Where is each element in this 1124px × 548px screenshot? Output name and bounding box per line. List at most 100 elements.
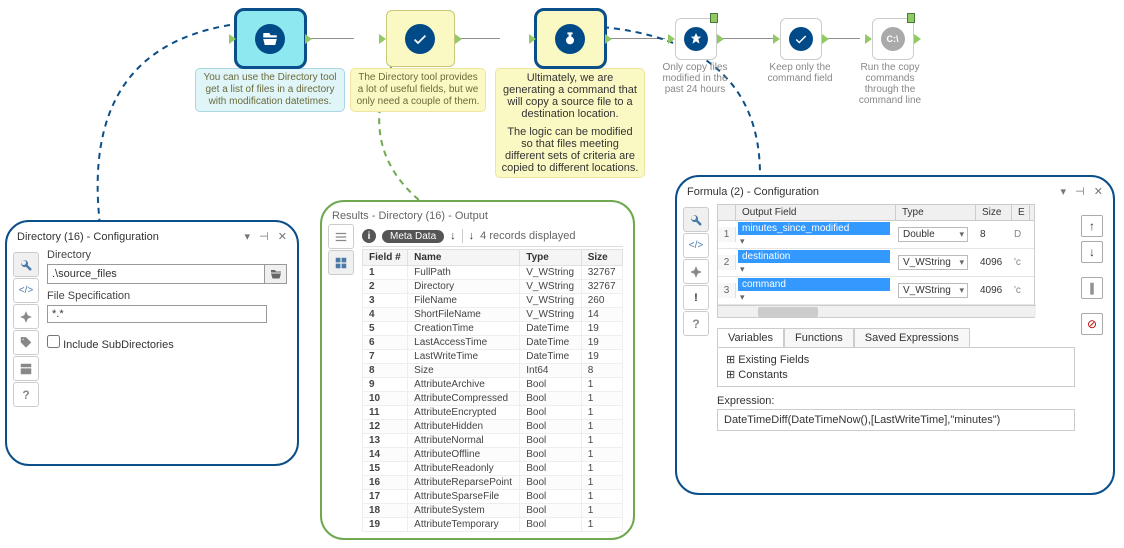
e-cell: 'c (1012, 256, 1030, 269)
slash-button[interactable]: ∥ (1081, 277, 1103, 299)
table-row[interactable]: 16AttributeReparsePointBool1 (363, 476, 623, 490)
arrow-down-icon-2[interactable]: ↓ (469, 230, 475, 242)
type-select[interactable]: V_WString (898, 283, 968, 298)
table-row[interactable]: 1FullPathV_WString32767 (363, 266, 623, 280)
annotation-directory[interactable]: You can use the Directory tool get a lis… (195, 68, 345, 112)
formula-row[interactable]: 1minutes_since_modified▾Double8D (718, 221, 1034, 249)
size-cell[interactable]: 4096 (976, 284, 1012, 297)
tool-select-1[interactable] (386, 10, 455, 67)
move-up-button[interactable]: ↑ (1081, 215, 1103, 237)
expression-editor[interactable]: DateTimeDiff(DateTimeNow(),[LastWriteTim… (717, 409, 1075, 431)
formula-row[interactable]: 2destination▾V_WString4096'c (718, 249, 1034, 277)
meta-data-badge[interactable]: Meta Data (382, 230, 444, 243)
sidetab-xml-icon[interactable]: </> (683, 233, 709, 258)
table-row[interactable]: 18AttributeSystemBool1 (363, 504, 623, 518)
output-field-select[interactable]: destination (738, 250, 890, 263)
checkbox-include-sub[interactable] (47, 335, 60, 348)
results-col-header[interactable]: Field # (363, 250, 408, 266)
output-field-select[interactable]: minutes_since_modified (738, 222, 890, 235)
tab-functions[interactable]: Functions (784, 328, 854, 347)
sidetab-help-icon[interactable]: ? (13, 382, 39, 407)
sidetab-nav-icon[interactable] (683, 259, 709, 284)
sidetab-help-icon[interactable]: ? (683, 311, 709, 336)
records-count: 4 records displayed (480, 230, 575, 242)
table-row[interactable]: 10AttributeCompressedBool1 (363, 392, 623, 406)
col-size[interactable]: Size (976, 205, 1012, 220)
label-file-spec: File Specification (47, 290, 287, 302)
panel-formula-config: Formula (2) - Configuration ▾ ⊣ ✕ </> ! … (675, 175, 1115, 495)
horizontal-scrollbar[interactable] (718, 305, 1036, 317)
sidetab-wrench-icon[interactable] (683, 207, 709, 232)
formula-row[interactable]: 3command▾V_WString4096'c (718, 277, 1034, 305)
tool-directory[interactable] (236, 10, 305, 67)
col-output-field[interactable]: Output Field (736, 205, 896, 220)
table-row[interactable]: 3FileNameV_WString260 (363, 294, 623, 308)
table-row[interactable]: 12AttributeHiddenBool1 (363, 420, 623, 434)
results-col-header[interactable]: Size (581, 250, 622, 266)
panel-menu-icon[interactable]: ▾ (1061, 186, 1067, 198)
label-select-2: Keep only the command field (765, 62, 835, 84)
tool-select-2[interactable] (780, 18, 822, 60)
delete-row-button[interactable]: ⊘ (1081, 313, 1103, 335)
tree-constants[interactable]: ⊞ Constants (726, 367, 1066, 382)
command-icon: C:\ (881, 27, 905, 51)
annotation-formula[interactable]: Ultimately, we are generating a command … (495, 68, 645, 178)
table-row[interactable]: 19AttributeTemporaryBool1 (363, 518, 623, 532)
directory-icon (255, 24, 285, 54)
sidetab-box-icon[interactable] (13, 356, 39, 381)
sidetab-xml-icon[interactable]: </> (13, 278, 39, 303)
annotation-select-1[interactable]: The Directory tool provides a lot of use… (350, 68, 486, 112)
col-type[interactable]: Type (896, 205, 976, 220)
formula-icon (555, 24, 585, 54)
results-sidetab-list-icon[interactable] (328, 224, 354, 249)
table-row[interactable]: 7LastWriteTimeDateTime19 (363, 350, 623, 364)
table-row[interactable]: 13AttributeNormalBool1 (363, 434, 623, 448)
formula-grid: Output Field Type Size E 1minutes_since_… (717, 204, 1035, 318)
results-col-header[interactable]: Type (520, 250, 581, 266)
type-select[interactable]: Double (898, 227, 968, 242)
sidetab-nav-icon[interactable] (13, 304, 39, 329)
col-e[interactable]: E (1012, 205, 1030, 220)
results-table: Field #NameTypeSize 1FullPathV_WString32… (362, 249, 623, 532)
tool-run-command[interactable]: C:\ (872, 18, 914, 60)
annotation-formula-bottom: The logic can be modified so that files … (500, 126, 640, 174)
tool-filter[interactable] (675, 18, 717, 60)
sidetab-tag-icon[interactable] (13, 330, 39, 355)
panel-directory-config: Directory (16) - Configuration ▾ ⊣ ✕ </>… (5, 220, 299, 466)
table-row[interactable]: 8SizeInt648 (363, 364, 623, 378)
sidetab-alert-icon[interactable]: ! (683, 285, 709, 310)
tree-existing-fields[interactable]: ⊞ Existing Fields (726, 352, 1066, 367)
arrow-down-icon[interactable]: ↓ (450, 230, 456, 242)
results-col-header[interactable]: Name (408, 250, 520, 266)
panel-pin-icon[interactable]: ⊣ (1075, 186, 1085, 198)
table-row[interactable]: 5CreationTimeDateTime19 (363, 322, 623, 336)
tab-variables[interactable]: Variables (717, 328, 784, 347)
size-cell[interactable]: 8 (976, 228, 1012, 241)
move-down-button[interactable]: ↓ (1081, 241, 1103, 263)
sidetab-wrench-icon[interactable] (13, 252, 39, 277)
variables-tree[interactable]: ⊞ Existing Fields ⊞ Constants (717, 348, 1075, 387)
table-row[interactable]: 14AttributeOfflineBool1 (363, 448, 623, 462)
input-directory[interactable] (47, 264, 265, 284)
directory-panel-title: Directory (16) - Configuration (17, 231, 159, 243)
tab-saved-expressions[interactable]: Saved Expressions (854, 328, 970, 347)
results-sidetab-grid-icon[interactable] (328, 250, 354, 275)
panel-close-icon[interactable]: ✕ (1094, 186, 1103, 198)
table-row[interactable]: 4ShortFileNameV_WString14 (363, 308, 623, 322)
output-field-select[interactable]: command (738, 278, 890, 291)
table-row[interactable]: 17AttributeSparseFileBool1 (363, 490, 623, 504)
size-cell[interactable]: 4096 (976, 256, 1012, 269)
table-row[interactable]: 15AttributeReadonlyBool1 (363, 462, 623, 476)
browse-button[interactable] (265, 264, 287, 284)
label-filter: Only copy files modified in the past 24 … (660, 62, 730, 95)
tool-formula[interactable] (536, 10, 605, 67)
table-row[interactable]: 11AttributeEncryptedBool1 (363, 406, 623, 420)
type-select[interactable]: V_WString (898, 255, 968, 270)
table-row[interactable]: 9AttributeArchiveBool1 (363, 378, 623, 392)
panel-close-icon[interactable]: ✕ (278, 231, 287, 243)
table-row[interactable]: 2DirectoryV_WString32767 (363, 280, 623, 294)
input-file-spec[interactable] (47, 305, 267, 323)
panel-pin-icon[interactable]: ⊣ (259, 231, 269, 243)
panel-menu-icon[interactable]: ▾ (245, 231, 251, 243)
table-row[interactable]: 6LastAccessTimeDateTime19 (363, 336, 623, 350)
